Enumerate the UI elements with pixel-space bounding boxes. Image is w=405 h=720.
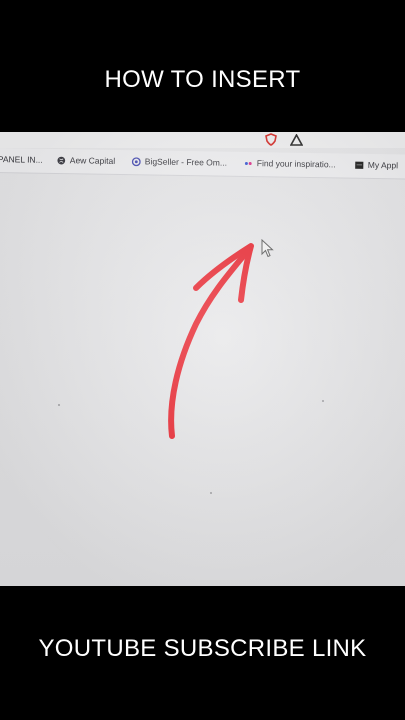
video-frame: HOW TO INSERT PANEL IN... Aew Capital Bi… [0, 0, 405, 720]
caption-bottom: YOUTUBE SUBSCRIBE LINK [38, 635, 367, 662]
mouse-cursor-icon [261, 239, 274, 258]
screen-photo: PANEL IN... Aew Capital BigSeller - Free… [0, 132, 405, 586]
red-arrow-annotation [168, 243, 254, 439]
caption-top: HOW TO INSERT [104, 66, 301, 93]
